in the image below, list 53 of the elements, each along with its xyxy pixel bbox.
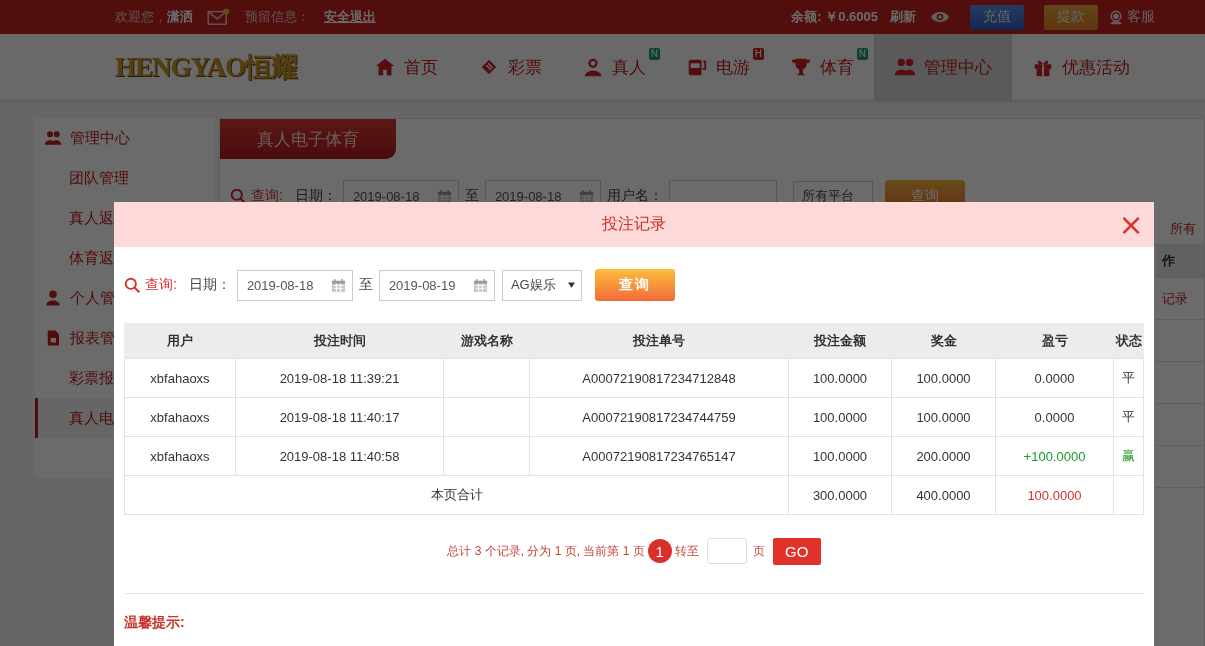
- table-cell: 100.0000: [891, 397, 996, 437]
- nav-badge: H: [752, 48, 764, 60]
- table-cell: 300.0000: [788, 475, 892, 515]
- column-header: 投注单号: [529, 323, 789, 359]
- table-cell: A00072190817234765147: [529, 436, 789, 476]
- table-cell: A00072190817234744759: [529, 397, 789, 437]
- query-label: 查询:: [251, 187, 283, 205]
- username-label: 用户名：: [606, 187, 663, 205]
- platform-info-text: 所有: [1170, 220, 1197, 238]
- table-cell: 0.0000: [995, 397, 1114, 437]
- table-cell: 平: [1113, 397, 1144, 437]
- table-cell: +100.0000: [995, 436, 1114, 476]
- table-cell: xbfahaoxs: [124, 397, 236, 437]
- table-cell: 200.0000: [891, 436, 996, 476]
- page-unit-label: 页: [752, 542, 765, 560]
- table-cell: xbfahaoxs: [124, 358, 236, 398]
- column-header: 状态: [1113, 323, 1144, 359]
- column-header: 投注金额: [788, 323, 892, 359]
- balance-text: 余额: ￥0.6005: [791, 8, 878, 26]
- pagination-summary: 总计 3 个记录, 分为 1 页, 当前第 1 页: [447, 542, 645, 560]
- nav-badge: N: [648, 48, 660, 60]
- table-cell: 赢: [1113, 436, 1144, 476]
- date-label: 日期：: [294, 187, 337, 205]
- table-cell: 2019-08-18 11:40:17: [235, 397, 444, 437]
- column-header: 投注时间: [235, 323, 444, 359]
- to-label: 至: [358, 276, 373, 294]
- query-label: 查询:: [145, 276, 177, 294]
- date-label: 日期：: [188, 276, 231, 294]
- modal-title: 投注记录: [602, 214, 666, 234]
- reserved-info-label: 预留信息：: [245, 8, 310, 26]
- goto-label: 转至: [674, 542, 699, 560]
- table-cell: 100.0000: [788, 358, 892, 398]
- table-cell: 100.0000: [995, 475, 1114, 515]
- column-header: 奖金: [891, 323, 996, 359]
- table-cell: 2019-08-18 11:40:58: [235, 436, 444, 476]
- total-label: 本页合计: [124, 475, 789, 515]
- table-cell: 100.0000: [788, 436, 892, 476]
- column-header: 盈亏: [995, 323, 1114, 359]
- table-cell: 0.0000: [995, 358, 1114, 398]
- tips-title: 温馨提示:: [124, 614, 186, 632]
- to-label: 至: [464, 187, 479, 205]
- table-cell: 2019-08-18 11:39:21: [235, 358, 444, 398]
- column-header: 用户: [124, 323, 236, 359]
- column-header: 游戏名称: [443, 323, 530, 359]
- nav-badge: N: [856, 48, 868, 60]
- table-cell: 400.0000: [891, 475, 996, 515]
- table-cell: A00072190817234712848: [529, 358, 789, 398]
- welcome-text: 欢迎您，潇洒: [115, 8, 193, 26]
- table-cell: 100.0000: [891, 358, 996, 398]
- table-cell: 平: [1113, 358, 1144, 398]
- table-cell: xbfahaoxs: [124, 436, 236, 476]
- column-header: 作: [1162, 252, 1175, 270]
- table-cell: 100.0000: [788, 397, 892, 437]
